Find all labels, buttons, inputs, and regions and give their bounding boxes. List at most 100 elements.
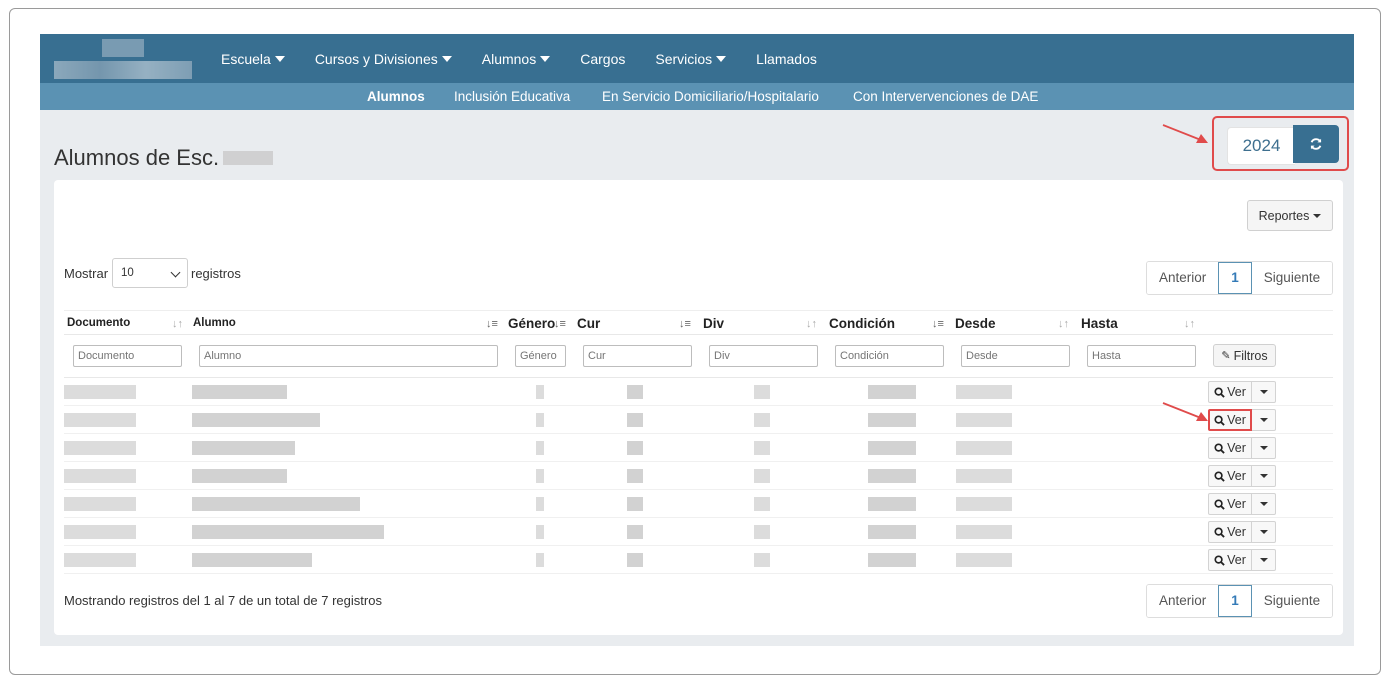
ver-button[interactable]: Ver (1208, 409, 1252, 431)
menu-alumnos[interactable]: Alumnos (482, 51, 551, 67)
redacted-cell (192, 469, 287, 483)
ver-dropdown-toggle[interactable] (1252, 465, 1276, 487)
redacted-cell (627, 413, 643, 427)
caret-down-icon (1259, 446, 1268, 450)
ver-dropdown-toggle[interactable] (1252, 549, 1276, 571)
redacted-cell (754, 553, 770, 567)
redacted-cell (192, 525, 384, 539)
filter-alumno-input[interactable] (199, 345, 498, 367)
table-row: Ver (64, 490, 1333, 518)
menu-escuela[interactable]: Escuela (221, 51, 285, 67)
redacted-cell (956, 413, 1012, 427)
main-menu: Escuela Cursos y Divisiones Alumnos Carg… (221, 34, 847, 83)
col-alumno[interactable]: Alumno (193, 311, 236, 336)
sort-icon[interactable]: ↓↑ (1058, 317, 1070, 331)
redacted-cell (868, 413, 916, 427)
filter-row: ✎Filtros (64, 335, 1333, 378)
search-icon (1214, 526, 1225, 538)
col-desde[interactable]: Desde (955, 311, 996, 336)
redacted-cell (754, 441, 770, 455)
school-name-blur (223, 151, 274, 165)
redacted-cell (956, 441, 1012, 455)
refresh-icon (1310, 138, 1322, 150)
top-navbar: Escuela Cursos y Divisiones Alumnos Carg… (40, 34, 1354, 83)
filter-desde-input[interactable] (961, 345, 1070, 367)
redacted-cell (192, 553, 312, 567)
page-size-select[interactable]: 10 (112, 258, 188, 288)
menu-llamados[interactable]: Llamados (756, 51, 817, 67)
reportes-button[interactable]: Reportes (1247, 200, 1333, 231)
redacted-cell (536, 553, 544, 567)
filtros-button[interactable]: ✎ Filtros (1213, 344, 1276, 367)
filter-genero-input[interactable] (515, 345, 566, 367)
col-cur[interactable]: Cur (577, 311, 600, 336)
pager-prev-top[interactable]: Anterior (1147, 262, 1219, 294)
redacted-cell (192, 413, 320, 427)
ver-dropdown-toggle[interactable] (1252, 437, 1276, 459)
ver-dropdown-toggle[interactable] (1252, 521, 1276, 543)
ver-dropdown-toggle[interactable] (1252, 381, 1276, 403)
caret-down-icon (540, 55, 551, 62)
search-icon (1214, 498, 1225, 510)
subnav-intervenciones-dae[interactable]: Con Intervervenciones de DAE (853, 83, 1038, 110)
sort-icon[interactable]: ↓↑ (1184, 317, 1196, 331)
eraser-icon: ✎ (1221, 350, 1231, 362)
ver-label: Ver (1227, 525, 1246, 539)
col-condicion[interactable]: Condición (829, 311, 895, 336)
filter-div-input[interactable] (709, 345, 818, 367)
refresh-year-button[interactable] (1293, 125, 1339, 163)
redacted-cell (536, 413, 544, 427)
col-documento[interactable]: Documento (67, 311, 130, 336)
filter-documento-input[interactable] (73, 345, 182, 367)
redacted-cell (868, 385, 916, 399)
col-div[interactable]: Div (703, 311, 724, 336)
subnav-servicio-domiciliario[interactable]: En Servicio Domiciliario/Hospitalario (602, 83, 819, 110)
filter-condicion-input[interactable] (835, 345, 944, 367)
caret-down-icon (1259, 474, 1268, 478)
redacted-cell (868, 469, 916, 483)
ver-button[interactable]: Ver (1208, 465, 1252, 487)
redacted-cell (192, 385, 287, 399)
redacted-cell (754, 413, 770, 427)
records-summary: Mostrando registros del 1 al 7 de un tot… (64, 593, 382, 608)
caret-down-icon (1259, 558, 1268, 562)
menu-cargos[interactable]: Cargos (580, 51, 625, 67)
redacted-cell (868, 553, 916, 567)
sort-asc-icon[interactable]: ↓≡ (554, 317, 566, 331)
redacted-cell (956, 385, 1012, 399)
subnav-inclusion-educativa[interactable]: Inclusión Educativa (454, 83, 570, 110)
pager-page-1-bottom[interactable]: 1 (1218, 585, 1252, 617)
pager-page-1-top[interactable]: 1 (1218, 262, 1252, 294)
redacted-cell (956, 553, 1012, 567)
sort-asc-icon[interactable]: ↓≡ (932, 317, 944, 331)
ver-button[interactable]: Ver (1208, 437, 1252, 459)
menu-servicios[interactable]: Servicios (655, 51, 727, 67)
redacted-cell (956, 525, 1012, 539)
filter-cur-input[interactable] (583, 345, 692, 367)
ver-button[interactable]: Ver (1208, 493, 1252, 515)
ver-button[interactable]: Ver (1208, 381, 1252, 403)
logo[interactable] (54, 39, 192, 79)
ver-dropdown-toggle[interactable] (1252, 493, 1276, 515)
col-hasta[interactable]: Hasta (1081, 311, 1118, 336)
redacted-cell (64, 441, 136, 455)
sort-icon[interactable]: ↓↑ (172, 317, 184, 331)
sort-icon[interactable]: ↓↑ (806, 317, 818, 331)
page-size-value: 10 (121, 267, 134, 279)
ver-dropdown-toggle[interactable] (1252, 409, 1276, 431)
subnav-alumnos[interactable]: Alumnos (367, 83, 425, 110)
caret-down-icon (274, 55, 285, 62)
chevron-down-icon (170, 267, 181, 278)
ver-button[interactable]: Ver (1208, 549, 1252, 571)
pager-next-bottom[interactable]: Siguiente (1251, 585, 1333, 617)
pager-next-top[interactable]: Siguiente (1251, 262, 1333, 294)
menu-cursos-divisiones[interactable]: Cursos y Divisiones (315, 51, 452, 67)
year-value[interactable]: 2024 (1227, 127, 1295, 165)
sort-asc-icon[interactable]: ↓≡ (679, 317, 691, 331)
ver-button[interactable]: Ver (1208, 521, 1252, 543)
sort-asc-icon[interactable]: ↓≡ (486, 317, 498, 331)
filter-hasta-input[interactable] (1087, 345, 1196, 367)
caret-down-icon (1259, 390, 1268, 394)
col-genero[interactable]: Género (508, 311, 555, 336)
pager-prev-bottom[interactable]: Anterior (1147, 585, 1219, 617)
